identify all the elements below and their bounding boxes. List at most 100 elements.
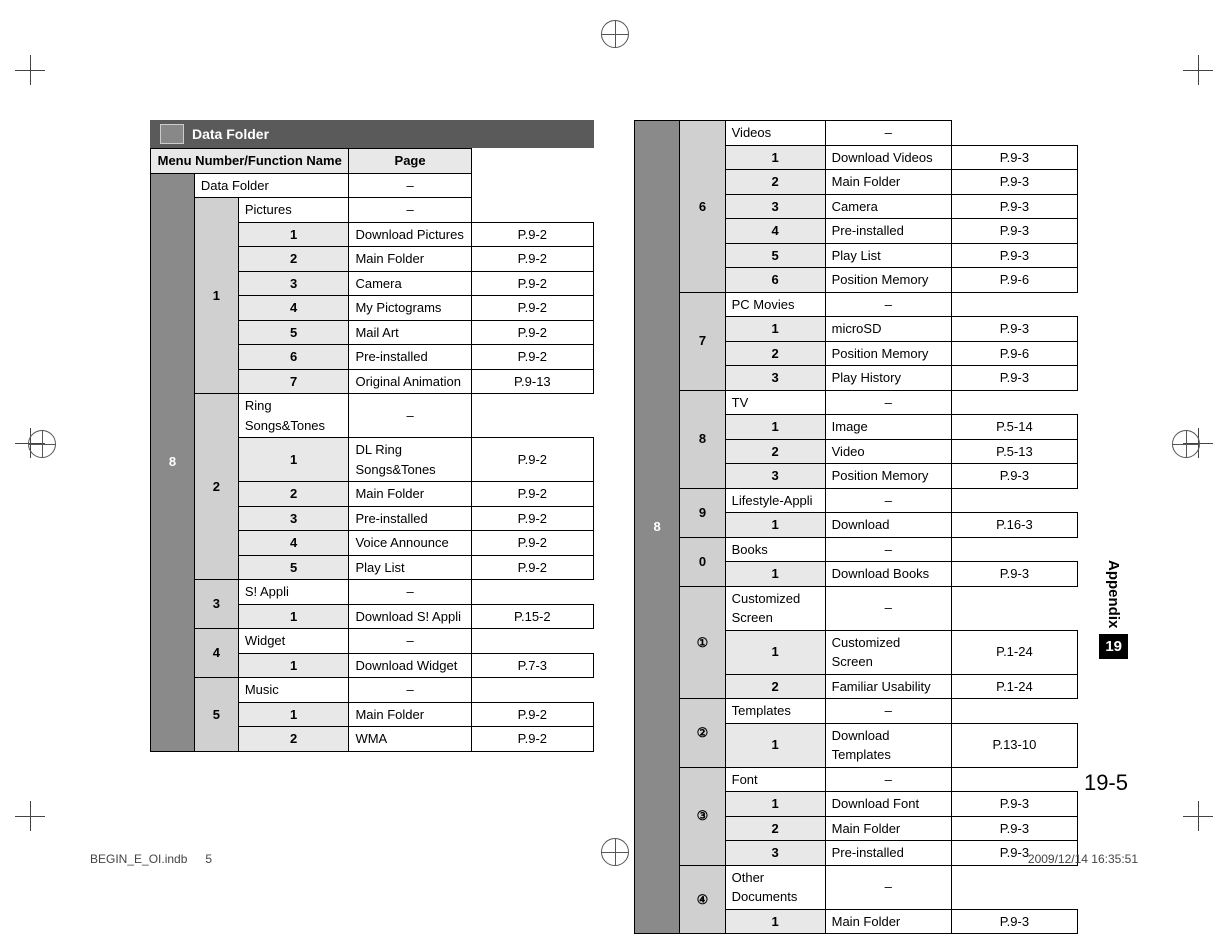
table-row: 2Ring Songs&Tones– — [151, 394, 594, 438]
row-name: Download — [825, 513, 951, 538]
side-label-text: Appendix — [1105, 560, 1122, 628]
row-name: Download Videos — [825, 145, 951, 170]
row-name: Templates — [725, 699, 825, 724]
row-name: Lifestyle-Appli — [725, 488, 825, 513]
row-num-lvl2: 2 — [725, 674, 825, 699]
row-name: PC Movies — [725, 292, 825, 317]
row-page: P.9-13 — [471, 369, 593, 394]
row-name: Image — [825, 415, 951, 440]
row-page: – — [349, 173, 471, 198]
row-page: P.7-3 — [471, 653, 593, 678]
row-page: P.9-3 — [951, 243, 1077, 268]
table-row: ②Templates– — [635, 699, 1078, 724]
row-num-lvl2: 5 — [238, 320, 349, 345]
row-num-lvl2: 1 — [725, 145, 825, 170]
left-table: Menu Number/Function Name Page 8Data Fol… — [150, 148, 594, 752]
row-name: Customized Screen — [825, 630, 951, 674]
row-name: Position Memory — [825, 464, 951, 489]
columns-container: Data Folder Menu Number/Function Name Pa… — [0, 0, 1228, 934]
row-page: P.16-3 — [951, 513, 1077, 538]
document-page: Data Folder Menu Number/Function Name Pa… — [0, 0, 1228, 886]
row-name: Pre-installed — [349, 506, 471, 531]
row-name: Music — [238, 678, 349, 703]
footer-right: 2009/12/14 16:35:51 — [1028, 852, 1138, 866]
registration-icon — [28, 430, 56, 458]
row-page: – — [349, 678, 471, 703]
row-name: DL Ring Songs&Tones — [349, 438, 471, 482]
row-num-lvl2: 6 — [725, 268, 825, 293]
table-row: 9Lifestyle-Appli– — [635, 488, 1078, 513]
row-name: WMA — [349, 727, 471, 752]
row-name: S! Appli — [238, 580, 349, 605]
col-header-menu: Menu Number/Function Name — [151, 149, 349, 174]
cropmark-icon — [1178, 796, 1218, 836]
row-num-lvl1: 5 — [194, 678, 238, 752]
row-page: P.9-2 — [471, 296, 593, 321]
row-page: P.9-2 — [471, 271, 593, 296]
row-num-lvl2: 1 — [238, 604, 349, 629]
section-title: Data Folder — [192, 126, 269, 142]
row-name: Camera — [825, 194, 951, 219]
row-name: Main Folder — [825, 909, 951, 934]
row-page: – — [825, 767, 951, 792]
section-header: Data Folder — [150, 120, 594, 148]
row-page: P.9-2 — [471, 482, 593, 507]
row-name: Mail Art — [349, 320, 471, 345]
row-num-lvl2: 1 — [238, 653, 349, 678]
row-name: Customized Screen — [725, 586, 825, 630]
row-num-lvl2: 2 — [725, 170, 825, 195]
row-name: Download Pictures — [349, 222, 471, 247]
row-name: Main Folder — [349, 247, 471, 272]
row-num-lvl2: 2 — [725, 341, 825, 366]
table-row: 5Music– — [151, 678, 594, 703]
row-page: P.5-14 — [951, 415, 1077, 440]
row-page: P.1-24 — [951, 630, 1077, 674]
row-page: P.9-2 — [471, 345, 593, 370]
row-num-lvl2: 5 — [725, 243, 825, 268]
row-page: – — [349, 580, 471, 605]
row-num-lvl1: 9 — [680, 488, 725, 537]
row-name: Download Templates — [825, 723, 951, 767]
row-num-lvl2: 2 — [725, 816, 825, 841]
row-name: TV — [725, 390, 825, 415]
row-name: Play List — [349, 555, 471, 580]
row-num-lvl2: 6 — [238, 345, 349, 370]
row-num-lvl2: 1 — [725, 317, 825, 342]
row-num-lvl2: 1 — [725, 513, 825, 538]
row-page: – — [825, 488, 951, 513]
row-num-lvl1: ③ — [680, 767, 725, 865]
row-page: P.13-10 — [951, 723, 1077, 767]
row-num-lvl1: ① — [680, 586, 725, 699]
row-num-lvl1: ④ — [680, 865, 725, 934]
row-name: Familiar Usability — [825, 674, 951, 699]
table-row: 86Videos– — [635, 121, 1078, 146]
row-num-lvl2: 1 — [725, 630, 825, 674]
row-num-lvl2: 2 — [725, 439, 825, 464]
folder-icon — [160, 124, 184, 144]
row-num-lvl2: 5 — [238, 555, 349, 580]
row-num-lvl2: 1 — [725, 909, 825, 934]
table-row: 7PC Movies– — [635, 292, 1078, 317]
row-name: Position Memory — [825, 268, 951, 293]
row-num-lvl2: 2 — [238, 247, 349, 272]
row-num-lvl2: 3 — [725, 464, 825, 489]
registration-icon — [601, 838, 629, 866]
row-name: Voice Announce — [349, 531, 471, 556]
table-row: 8TV– — [635, 390, 1078, 415]
row-page: P.9-2 — [471, 727, 593, 752]
row-page: – — [825, 537, 951, 562]
row-num-lvl2: 1 — [238, 222, 349, 247]
row-num-lvl1: 1 — [194, 198, 238, 394]
col-header-page: Page — [349, 149, 471, 174]
footer-page: 5 — [205, 852, 212, 866]
row-page: – — [825, 586, 951, 630]
row-page: – — [825, 121, 951, 146]
row-page: – — [825, 292, 951, 317]
row-page: P.9-6 — [951, 268, 1077, 293]
row-num-lvl2: 1 — [238, 438, 349, 482]
row-name: Data Folder — [194, 173, 349, 198]
row-page: P.9-2 — [471, 320, 593, 345]
row-page: P.9-3 — [951, 816, 1077, 841]
table-row: 8Data Folder– — [151, 173, 594, 198]
footer-left: BEGIN_E_OI.indb 5 — [90, 852, 212, 866]
